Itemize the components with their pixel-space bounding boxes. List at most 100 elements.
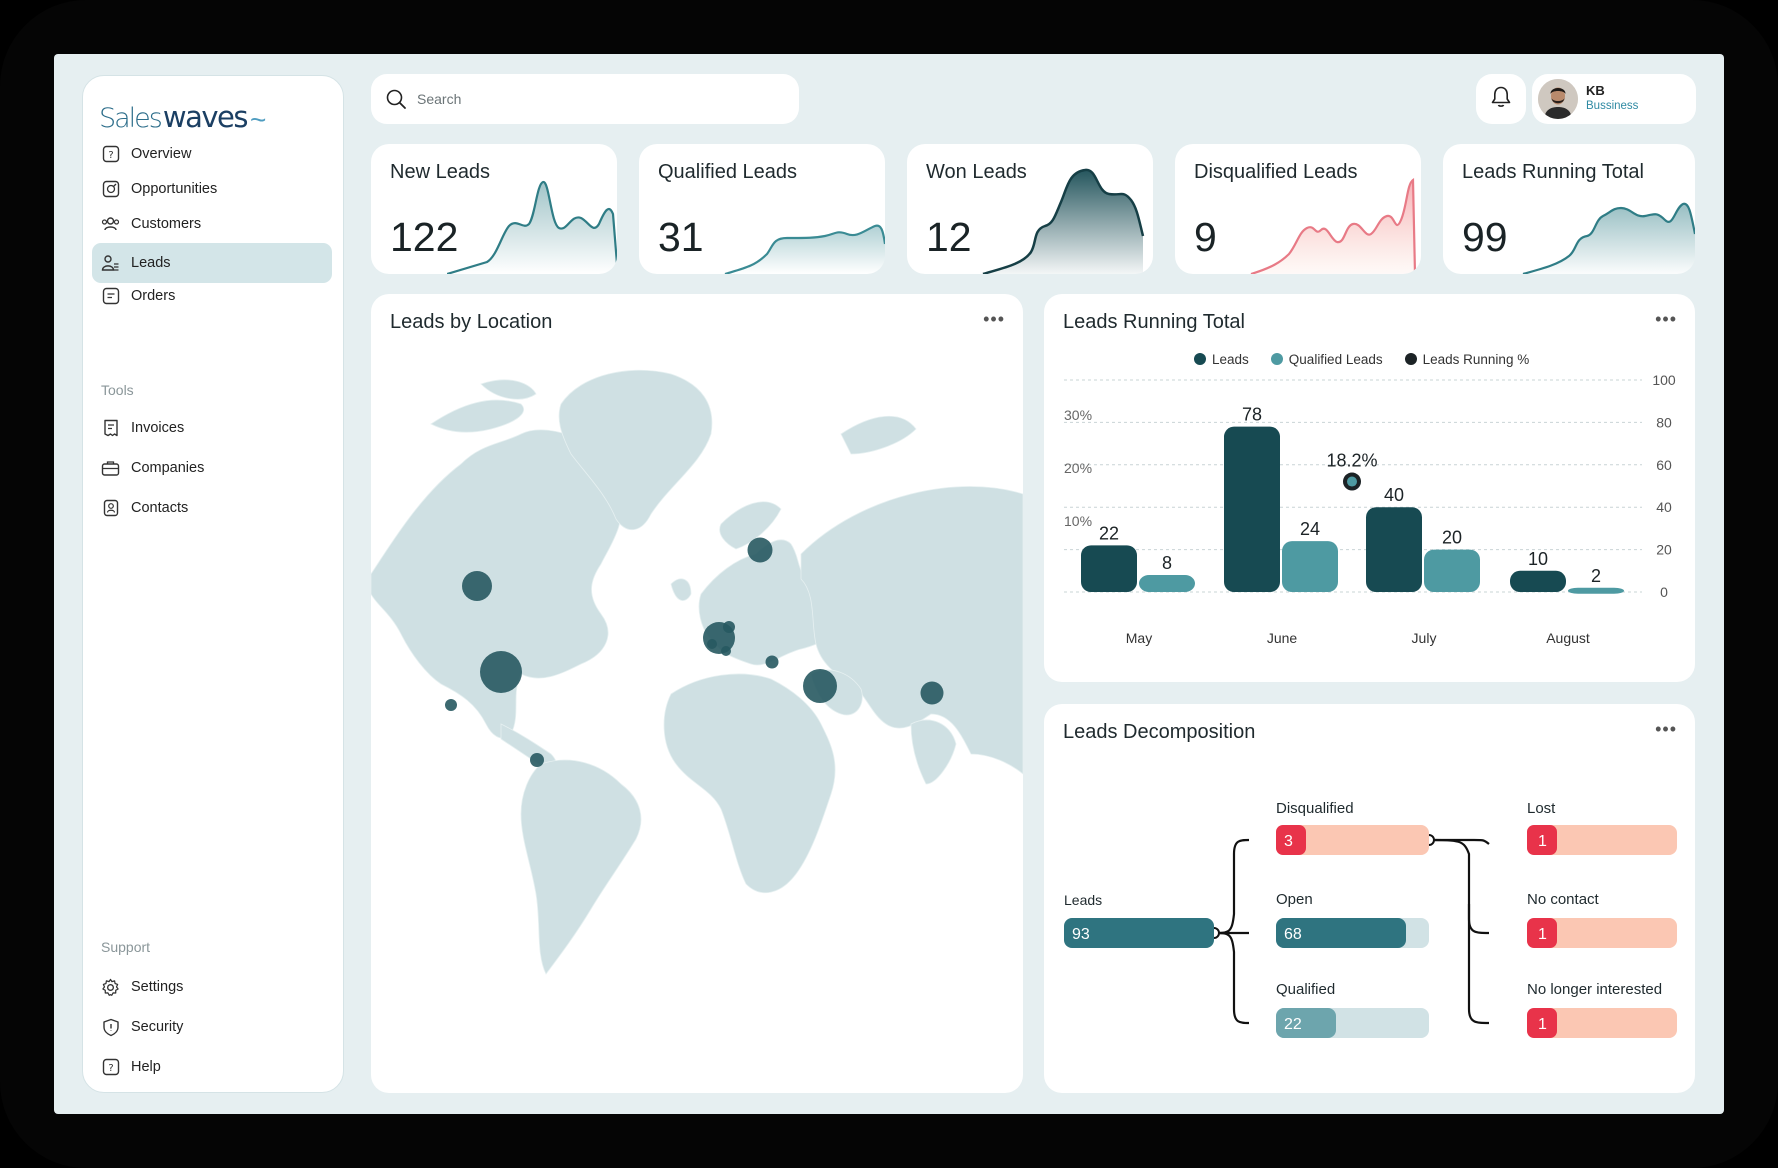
no-longer-interested-value: 1 [1538,1016,1547,1033]
bar [1424,549,1480,592]
bar-value-label: 2 [1591,566,1601,586]
y-tick-right: 100 [1652,372,1676,388]
sidebar: Sales waves ~ ? Overview Opportunities C… [82,75,344,1093]
sidebar-item-orders[interactable]: Orders [92,276,332,316]
sidebar-item-label: Help [131,1059,161,1075]
y-tick-right: 40 [1656,499,1672,515]
sidebar-item-label: Invoices [131,420,185,436]
user-profile[interactable]: KB Bussiness [1532,74,1696,124]
y-tick-right: 60 [1656,457,1672,473]
qualified-value: 22 [1284,1016,1302,1033]
sidebar-item-customers[interactable]: Customers [92,204,332,244]
bar [1139,575,1195,592]
kpi-value: 99 [1462,214,1508,260]
leads-by-location-card: Leads by Location ••• [371,294,1023,1093]
bar [1224,426,1280,592]
leads-icon [101,254,120,273]
bar-value-label: 78 [1242,405,1262,425]
bar-value-label: 10 [1528,549,1548,569]
y-tick-left: 30% [1064,407,1092,423]
x-tick-label: July [1412,630,1437,646]
bar-value-label: 40 [1384,485,1404,505]
sidebar-item-settings[interactable]: Settings [92,967,332,1007]
leads-root-value: 93 [1072,926,1090,943]
y-tick-left: 10% [1064,513,1092,529]
support-heading: Support [101,939,151,955]
device-frame: Sales waves ~ ? Overview Opportunities C… [0,0,1778,1168]
sidebar-item-opportunities[interactable]: Opportunities [92,169,332,209]
sidebar-item-label: Orders [131,288,176,304]
x-tick-label: August [1546,630,1590,646]
brand-logo[interactable]: Sales waves ~ [99,94,266,135]
sidebar-item-security[interactable]: Security [92,1007,332,1047]
kpi-sparkline [1522,202,1695,274]
svg-text:?: ? [108,150,113,161]
world-map[interactable] [371,294,1023,1093]
search-bar[interactable]: Search [371,74,799,124]
x-tick-label: May [1126,630,1152,646]
kpi-value: 9 [1194,214,1217,260]
sidebar-item-invoices[interactable]: Invoices [92,408,332,448]
kpi-card-won-leads[interactable]: Won Leads 12 [907,144,1153,274]
bar [1568,587,1624,594]
brand-wave: ~ [249,104,266,135]
bar-value-label: 22 [1099,523,1119,543]
svg-text:?: ? [108,1063,113,1074]
disqualified-bar[interactable] [1276,825,1429,855]
search-icon [385,88,407,110]
no-longer-interested-bar[interactable] [1527,1008,1677,1038]
help-icon: ? [101,145,120,164]
orders-icon [101,287,120,306]
kpi-sparkline [1250,177,1417,274]
leads-running-total-card: Leads Running Total ••• Leads Qualified … [1044,294,1695,682]
sidebar-item-contacts[interactable]: Contacts [92,488,332,528]
contacts-icon [101,499,120,518]
gear-icon [101,978,120,997]
kpi-value: 31 [658,214,704,260]
kpi-value: 12 [926,214,972,260]
sidebar-item-overview[interactable]: ? Overview [92,134,332,174]
lost-label: Lost [1527,800,1556,817]
kpi-card-qualified-leads[interactable]: Qualified Leads 31 [639,144,885,274]
shield-icon [101,1018,120,1037]
open-label: Open [1276,891,1313,908]
y-tick-right: 20 [1656,542,1672,558]
no-longer-interested-label: No longer interested [1527,981,1663,998]
sidebar-item-help[interactable]: ? Help [92,1047,332,1087]
kpi-sparkline [447,180,617,274]
briefcase-icon [101,459,120,478]
kpi-card-disqualified-leads[interactable]: Disqualified Leads 9 [1175,144,1421,274]
kpi-card-new-leads[interactable]: New Leads 122 [371,144,617,274]
bell-icon [1490,85,1512,114]
avatar [1538,79,1578,119]
open-value: 68 [1284,926,1302,943]
search-input[interactable]: Search [417,91,461,107]
sidebar-item-label: Security [131,1019,184,1035]
users-icon [101,215,120,234]
y-tick-left: 20% [1064,460,1092,476]
y-tick-right: 80 [1656,414,1672,430]
bar [1282,541,1338,592]
kpi-card-leads-running-total[interactable]: Leads Running Total 99 [1443,144,1695,274]
sidebar-item-label: Contacts [131,500,189,516]
invoice-icon [101,419,120,438]
sidebar-item-label: Companies [131,460,205,476]
x-tick-label: June [1267,630,1298,646]
notifications-button[interactable] [1476,74,1526,124]
lost-bar[interactable] [1527,825,1677,855]
leads-root-label: Leads [1064,892,1103,908]
running-percent-point-inner [1347,476,1357,487]
running-percent-label: 18.2% [1326,451,1377,471]
bar-value-label: 8 [1162,553,1172,573]
sidebar-item-companies[interactable]: Companies [92,448,332,488]
bar-value-label: 24 [1300,519,1320,539]
no-contact-bar[interactable] [1527,918,1677,948]
sidebar-item-label: Customers [131,216,202,232]
help-icon: ? [101,1058,120,1077]
kpi-sparkline [982,168,1145,274]
lost-value: 1 [1538,833,1547,850]
brand-part-2: waves [162,100,249,134]
sidebar-item-label: Settings [131,979,184,995]
tools-heading: Tools [101,382,134,398]
user-name: KB [1586,83,1605,98]
